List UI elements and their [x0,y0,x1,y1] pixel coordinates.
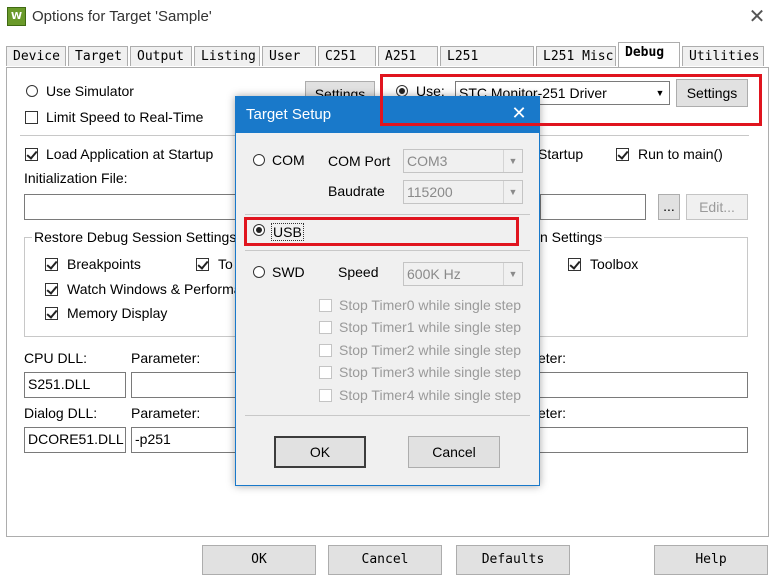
target-setup-dialog: Target Setup ✕ COM COM Port COM3 ▼ Baudr… [235,96,540,486]
speed-label: Speed [338,264,379,280]
load-app-label: Load Application at Startup [46,146,214,162]
com-port-label: COM Port [328,153,391,169]
restore-settings-right-label: n Settings [538,229,605,245]
swd-label: SWD [272,264,305,280]
tab-user[interactable]: User [262,46,316,66]
chevron-down-icon: ▼ [503,150,522,172]
baudrate-label: Baudrate [328,183,385,199]
tab-output[interactable]: Output [130,46,192,66]
limit-speed-label: Limit Speed to Real-Time [46,109,204,125]
usb-highlight-box [244,217,519,246]
init-file-input[interactable] [24,194,264,220]
speed-value: 600K Hz [407,266,461,282]
app-icon: W [7,7,26,26]
stop-timer3-checkbox[interactable] [319,366,332,379]
tab-l251-locate[interactable]: L251 Locate [440,46,534,84]
cpu-dll-label: CPU DLL: [24,350,88,366]
defaults-button[interactable]: Defaults [456,545,570,575]
use-simulator-radio[interactable] [26,85,38,97]
dialog-ok-button[interactable]: OK [274,436,366,468]
memory-display-checkbox[interactable] [45,307,58,320]
dialog-dll-input[interactable]: DCORE51.DLL [24,427,126,453]
cancel-button[interactable]: Cancel [328,545,442,575]
dialog-parameter-right-label: eter: [538,405,567,421]
browse-button[interactable]: ... [658,194,680,220]
tab-l251-misc[interactable]: L251 Misc [536,46,616,66]
stop-timer1-label: Stop Timer1 while single step [339,319,522,335]
cpu-parameter-right-input[interactable] [520,372,748,398]
run-to-main-label: Run to main() [638,146,723,162]
stop-timer2-checkbox[interactable] [319,344,332,357]
com-port-value: COM3 [407,153,448,169]
tab-debug[interactable]: Debug [618,42,680,67]
baudrate-value: 115200 [407,184,453,200]
dialog-divider [245,250,530,251]
window-close-icon[interactable]: ✕ [745,4,769,28]
stop-timer4-checkbox[interactable] [319,389,332,402]
ok-button[interactable]: OK [202,545,316,575]
stop-timer4-label: Stop Timer4 while single step [339,387,522,403]
tab-a251[interactable]: A251 [378,46,438,66]
toolbox-checkbox-left[interactable] [196,258,209,271]
dialog-parameter-right-input[interactable] [520,427,748,453]
restore-settings-right-group [520,237,748,337]
stop-timer3-label: Stop Timer3 while single step [339,364,522,380]
limit-speed-checkbox[interactable] [25,111,38,124]
help-button[interactable]: Help [654,545,768,575]
watch-windows-checkbox[interactable] [45,283,58,296]
dialog-parameter-label: Parameter: [131,405,201,421]
load-app-right-label: Startup [538,146,584,162]
chevron-down-icon: ▼ [503,263,522,285]
cpu-parameter-input[interactable] [131,372,241,398]
com-port-select[interactable]: COM3 ▼ [403,149,523,173]
dialog-parameter-input[interactable]: -p251 [131,427,241,453]
cpu-dll-input[interactable]: S251.DLL [24,372,126,398]
toolbox-label-left: To [218,256,233,272]
dialog-title: Target Setup [246,106,332,123]
cpu-parameter-label: Parameter: [131,350,201,366]
use-simulator-label: Use Simulator [46,83,134,99]
driver-highlight-box [380,74,762,126]
init-file-right-input[interactable] [540,194,646,220]
memory-display-label: Memory Display [67,305,168,321]
stop-timer0-checkbox[interactable] [319,299,332,312]
baudrate-select[interactable]: 115200 ▼ [403,180,523,204]
tab-utilities[interactable]: Utilities [682,46,764,66]
breakpoints-label: Breakpoints [67,256,141,272]
load-app-checkbox[interactable] [25,148,38,161]
stop-timer2-label: Stop Timer2 while single step [339,342,522,358]
dialog-divider [245,415,530,416]
edit-button[interactable]: Edit... [686,194,748,220]
tab-c251[interactable]: C251 [318,46,376,66]
speed-select[interactable]: 600K Hz ▼ [403,262,523,286]
toolbox-label: Toolbox [590,256,639,272]
tab-target[interactable]: Target [68,46,128,66]
com-radio[interactable] [253,154,265,166]
init-file-label: Initialization File: [24,170,128,186]
window-title: Options for Target 'Sample' [32,8,212,25]
breakpoints-checkbox[interactable] [45,258,58,271]
com-label: COM [272,152,305,168]
run-to-main-checkbox[interactable] [616,148,629,161]
dialog-divider [245,214,530,215]
watch-windows-label: Watch Windows & Performan [67,281,250,297]
cpu-parameter-right-label: eter: [538,350,567,366]
toolbox-checkbox[interactable] [568,258,581,271]
stop-timer1-checkbox[interactable] [319,321,332,334]
dialog-cancel-button[interactable]: Cancel [408,436,500,468]
restore-settings-group-label: Restore Debug Session Settings [32,229,239,245]
tab-listing[interactable]: Listing [194,46,260,66]
chevron-down-icon: ▼ [503,181,522,203]
stop-timer0-label: Stop Timer0 while single step [339,297,522,313]
swd-radio[interactable] [253,266,265,278]
tab-device[interactable]: Device [6,46,66,66]
dialog-dll-label: Dialog DLL: [24,405,98,421]
